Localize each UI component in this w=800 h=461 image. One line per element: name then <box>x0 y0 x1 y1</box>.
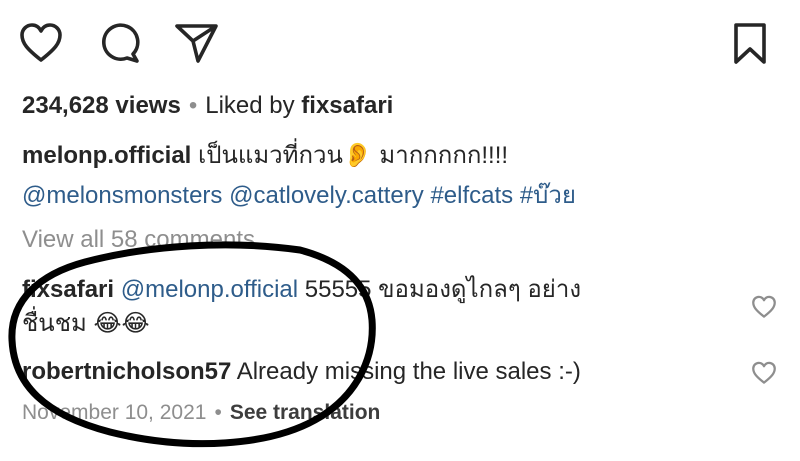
comment-icon[interactable] <box>96 21 142 65</box>
see-translation-link[interactable]: See translation <box>230 401 381 424</box>
liked-by-user[interactable]: fixsafari <box>301 92 393 119</box>
bookmark-icon[interactable] <box>732 22 768 66</box>
laughing-emoji-icon: 😂😂 <box>93 310 150 337</box>
post-footer: November 10, 2021 • See translation <box>22 398 380 428</box>
tag-mention[interactable]: @catlovely.cattery <box>229 182 424 209</box>
comment-like-heart-icon[interactable] <box>751 361 777 390</box>
comment-text-line-2: ชื่นชม <box>22 310 94 337</box>
tag-mention[interactable]: @melonsmonsters <box>22 182 222 209</box>
comment-username[interactable]: fixsafari <box>22 276 114 303</box>
stats-separator: • <box>188 92 198 119</box>
tag-hashtag[interactable]: #elfcats <box>430 182 513 209</box>
post-date: November 10, 2021 <box>22 401 207 424</box>
tag-hashtag[interactable]: #บ๊วย <box>520 182 576 209</box>
comment-like-heart-icon[interactable] <box>751 295 777 324</box>
comment-username[interactable]: robertnicholson57 <box>22 358 231 385</box>
ear-emoji-icon: 👂 <box>342 142 373 169</box>
caption-username[interactable]: melonp.official <box>22 142 191 169</box>
caption-line-1: melonp.official เป็นแมวที่กวน👂 มากกกกก!!… <box>22 141 508 171</box>
caption-text-end: มากกกกก!!!! <box>372 142 509 169</box>
footer-separator: • <box>214 401 222 424</box>
share-icon[interactable] <box>174 21 220 65</box>
views-count[interactable]: 234,628 views <box>22 92 181 119</box>
liked-by-prefix: Liked by <box>205 92 302 119</box>
caption-tags: @melonsmonsters @catlovely.cattery #elfc… <box>22 181 576 211</box>
post-stats: 234,628 views • Liked by fixsafari <box>22 91 393 121</box>
comment-item: fixsafari @melonp.official 55555 ขอมองดู… <box>22 275 581 305</box>
comment-text-continued: ชื่นชม 😂😂 <box>22 309 150 339</box>
view-all-comments-link[interactable]: View all 58 comments <box>22 225 255 255</box>
comment-text: Already missing the live sales :-) <box>231 358 581 385</box>
post-action-bar <box>0 0 800 80</box>
comment-text: 55555 ขอมองดูไกลๆ อย่าง <box>298 276 582 303</box>
caption-text: เป็นแมวที่กวน <box>198 142 343 169</box>
comment-mention[interactable]: @melonp.official <box>121 276 298 303</box>
comment-item: robertnicholson57 Already missing the li… <box>22 357 581 387</box>
heart-icon[interactable] <box>18 22 64 64</box>
